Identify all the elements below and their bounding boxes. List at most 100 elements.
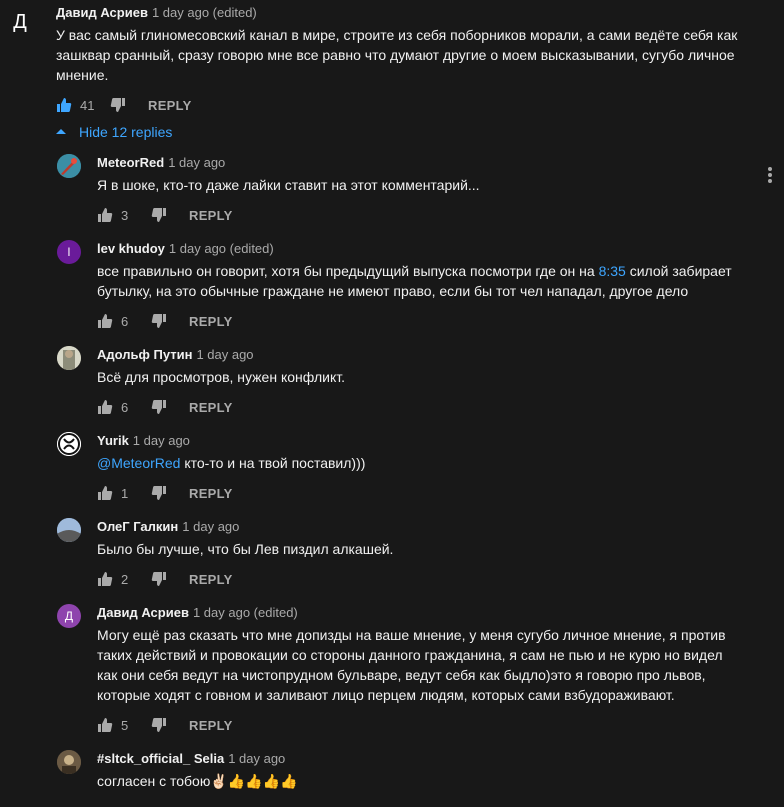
comment-actions: 5 REPLY: [97, 715, 233, 735]
avatar-image: [57, 346, 81, 370]
avatar-letter: l: [67, 245, 71, 259]
author-name[interactable]: Yurik: [97, 433, 129, 448]
reply-button[interactable]: REPLY: [189, 400, 233, 415]
dislike-icon[interactable]: [151, 313, 167, 329]
comment-time[interactable]: 1 day ago (edited): [169, 241, 274, 256]
comment-line-part: силой забирает: [625, 263, 732, 279]
comment-header: Давид Асриев 1 day ago (edited): [97, 605, 298, 620]
comment-time[interactable]: 1 day ago: [228, 751, 285, 766]
comment-text: Могу ещё раз сказать что мне допизды на …: [97, 625, 726, 705]
mention-link[interactable]: @MeteorRed: [97, 455, 180, 471]
comment-line: как они себя ведут на чистопрудном бульв…: [97, 667, 706, 683]
avatar[interactable]: [57, 154, 81, 178]
like-icon[interactable]: [97, 207, 113, 223]
comment-actions: 3 REPLY: [97, 205, 233, 225]
avatar[interactable]: [57, 518, 81, 542]
like-count: 5: [121, 717, 129, 733]
timestamp-link[interactable]: 8:35: [599, 263, 626, 279]
comment-actions: 41 REPLY: [56, 95, 192, 115]
dislike-icon[interactable]: [151, 571, 167, 587]
reply-button[interactable]: REPLY: [189, 208, 233, 223]
comment-actions: 6 REPLY: [97, 311, 233, 331]
dislike-icon[interactable]: [151, 207, 167, 223]
author-name[interactable]: Давид Асриев: [56, 5, 148, 20]
like-icon[interactable]: [97, 313, 113, 329]
comment-actions: 2 REPLY: [97, 569, 233, 589]
comment-line: зашквар сранный, сразу говорю мне все ра…: [56, 47, 735, 63]
author-name[interactable]: Адольф Путин: [97, 347, 192, 362]
dislike-icon[interactable]: [110, 97, 126, 113]
comment-header: lev khudoy 1 day ago (edited): [97, 241, 274, 256]
like-icon[interactable]: [97, 571, 113, 587]
comment-line: таких действий и провокации со стороны д…: [97, 647, 723, 663]
comment-text: Я в шоке, кто-то даже лайки ставит на эт…: [97, 175, 480, 195]
comment-line: @MeteorRed кто-то и на твой поставил))): [97, 453, 365, 473]
comment-text: @MeteorRed кто-то и на твой поставил))): [97, 453, 365, 473]
comment-line: У вас самый глиномесовский канал в мире,…: [56, 27, 738, 43]
comment-line-part: все правильно он говорит, хотя бы предыд…: [97, 263, 595, 279]
comment-time[interactable]: 1 day ago: [168, 155, 225, 170]
comment-text: согласен с тобою✌🏻👍👍👍👍: [97, 771, 298, 791]
avatar[interactable]: Д: [0, 2, 40, 42]
author-name[interactable]: MeteorRed: [97, 155, 164, 170]
comment-line: Всё для просмотров, нужен конфликт.: [97, 369, 345, 385]
comment-line: все правильно он говорит, хотя бы предыд…: [97, 261, 732, 281]
hide-replies-label: Hide 12 replies: [79, 124, 173, 140]
author-name[interactable]: Давид Асриев: [97, 605, 189, 620]
hide-replies-button[interactable]: Hide 12 replies: [56, 124, 172, 140]
avatar[interactable]: [57, 346, 81, 370]
comment-header: ОлеГ Галкин 1 day ago: [97, 519, 239, 534]
avatar-letter: Д: [64, 609, 74, 623]
comment-line: бутылку, на это обычные граждане не имею…: [97, 283, 689, 299]
comment-line: которые ходят с говном и заливают лицо п…: [97, 687, 675, 703]
dislike-icon[interactable]: [151, 399, 167, 415]
comment-header: #sltck_official_ Selia 1 day ago: [97, 751, 285, 766]
comment-line: Было бы лучше, что бы Лев пиздил алкашей…: [97, 541, 394, 557]
dislike-icon[interactable]: [151, 717, 167, 733]
dislike-icon[interactable]: [151, 485, 167, 501]
like-count: 6: [121, 399, 129, 415]
avatar[interactable]: Д: [57, 604, 81, 628]
avatar[interactable]: [57, 432, 81, 456]
like-count: 6: [121, 313, 129, 329]
comment-text: Всё для просмотров, нужен конфликт.: [97, 367, 345, 387]
like-count: 41: [80, 97, 95, 113]
comment-text: У вас самый глиномесовский канал в мире,…: [56, 25, 737, 85]
comment-line: Я в шоке, кто-то даже лайки ставит на эт…: [97, 177, 480, 193]
comment-line: Могу ещё раз сказать что мне допизды на …: [97, 627, 726, 643]
comment-time[interactable]: 1 day ago (edited): [152, 5, 257, 20]
comment-time[interactable]: 1 day ago: [196, 347, 253, 362]
avatar[interactable]: l: [57, 240, 81, 264]
like-count: 2: [121, 571, 129, 587]
like-icon[interactable]: [56, 97, 72, 113]
comment-line-part: кто-то и на твой поставил))): [180, 455, 366, 471]
reply-button[interactable]: REPLY: [189, 718, 233, 733]
comment-time[interactable]: 1 day ago (edited): [193, 605, 298, 620]
like-count: 1: [121, 485, 129, 501]
comment-header: MeteorRed 1 day ago: [97, 155, 225, 170]
comment-header: Давид Асриев 1 day ago (edited): [56, 5, 257, 20]
author-name[interactable]: lev khudoy: [97, 241, 165, 256]
comment-line: мнение.: [56, 67, 109, 83]
reply-button[interactable]: REPLY: [189, 314, 233, 329]
comment-time[interactable]: 1 day ago: [133, 433, 190, 448]
avatar-image: [57, 518, 81, 542]
chevron-up-icon: [56, 129, 66, 134]
comment-actions: 6 REPLY: [97, 397, 233, 417]
author-name[interactable]: ОлеГ Галкин: [97, 519, 178, 534]
avatar-image: [57, 750, 81, 774]
avatar-image: [57, 154, 81, 178]
like-icon[interactable]: [97, 717, 113, 733]
like-icon[interactable]: [97, 485, 113, 501]
avatar[interactable]: [57, 750, 81, 774]
like-icon[interactable]: [97, 399, 113, 415]
avatar-letter: Д: [13, 10, 27, 33]
author-name[interactable]: #sltck_official_ Selia: [97, 751, 224, 766]
comment-time[interactable]: 1 day ago: [182, 519, 239, 534]
reply-button[interactable]: REPLY: [148, 98, 192, 113]
comment-header: Адольф Путин 1 day ago: [97, 347, 254, 362]
more-actions-icon[interactable]: [766, 166, 774, 184]
reply-button[interactable]: REPLY: [189, 572, 233, 587]
reply-button[interactable]: REPLY: [189, 486, 233, 501]
like-count: 3: [121, 207, 129, 223]
